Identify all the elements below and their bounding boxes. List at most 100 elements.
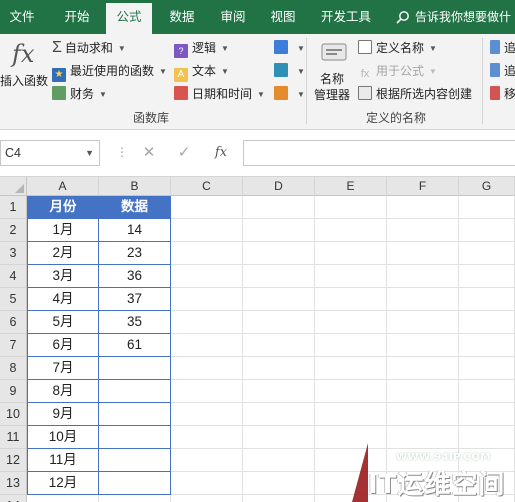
cell-d4[interactable] bbox=[243, 265, 315, 288]
cell-g10[interactable] bbox=[459, 403, 515, 426]
cell-f9[interactable] bbox=[387, 380, 459, 403]
lookup-button[interactable]: ▼ bbox=[274, 38, 305, 58]
cell-a4[interactable]: 3月 bbox=[27, 265, 99, 288]
trace-precedents-button[interactable]: 追 bbox=[490, 38, 515, 58]
tab-formulas[interactable]: 公式 bbox=[106, 3, 152, 34]
tab-review[interactable]: 审阅 bbox=[212, 0, 254, 34]
column-header-b[interactable]: B bbox=[99, 177, 171, 196]
cell-d6[interactable] bbox=[243, 311, 315, 334]
cell-c12[interactable] bbox=[171, 449, 243, 472]
cell-b2[interactable]: 14 bbox=[99, 219, 171, 242]
cell-d11[interactable] bbox=[243, 426, 315, 449]
cell-c2[interactable] bbox=[171, 219, 243, 242]
cell-b11[interactable] bbox=[99, 426, 171, 449]
column-header-f[interactable]: F bbox=[387, 177, 459, 196]
cell-a6[interactable]: 5月 bbox=[27, 311, 99, 334]
cell-e1[interactable] bbox=[315, 196, 387, 219]
column-header-e[interactable]: E bbox=[315, 177, 387, 196]
autosum-button[interactable]: Σ 自动求和 ▼ bbox=[52, 38, 126, 58]
table-header-cell[interactable]: 月份 bbox=[27, 196, 99, 219]
insert-function-button[interactable]: fx 插入函数 bbox=[0, 38, 48, 94]
insert-function-icon[interactable]: fx bbox=[207, 139, 235, 167]
cell-d14[interactable] bbox=[243, 495, 315, 502]
select-all-button[interactable] bbox=[0, 177, 27, 196]
cell-d13[interactable] bbox=[243, 472, 315, 495]
cell-f3[interactable] bbox=[387, 242, 459, 265]
cell-e9[interactable] bbox=[315, 380, 387, 403]
cell-b10[interactable] bbox=[99, 403, 171, 426]
cell-b13[interactable] bbox=[99, 472, 171, 495]
cell-c6[interactable] bbox=[171, 311, 243, 334]
cell-e4[interactable] bbox=[315, 265, 387, 288]
cell-a13[interactable]: 12月 bbox=[27, 472, 99, 495]
cell-c10[interactable] bbox=[171, 403, 243, 426]
cell-e7[interactable] bbox=[315, 334, 387, 357]
row-header-10[interactable]: 10 bbox=[0, 403, 27, 426]
cell-d1[interactable] bbox=[243, 196, 315, 219]
row-header-5[interactable]: 5 bbox=[0, 288, 27, 311]
formula-bar-grip[interactable]: ⋮ bbox=[116, 145, 128, 159]
cell-c13[interactable] bbox=[171, 472, 243, 495]
cell-e8[interactable] bbox=[315, 357, 387, 380]
cell-b14[interactable] bbox=[99, 495, 171, 502]
cell-f8[interactable] bbox=[387, 357, 459, 380]
text-button[interactable]: A 文本 ▼ bbox=[174, 61, 229, 82]
row-header-13[interactable]: 13 bbox=[0, 472, 27, 495]
cell-c11[interactable] bbox=[171, 426, 243, 449]
row-header-3[interactable]: 3 bbox=[0, 242, 27, 265]
row-header-14[interactable]: 14 bbox=[0, 495, 27, 502]
chevron-down-icon[interactable]: ▼ bbox=[85, 141, 94, 165]
enter-icon[interactable]: ✓ bbox=[170, 139, 198, 167]
cell-c4[interactable] bbox=[171, 265, 243, 288]
create-from-selection-button[interactable]: 根据所选内容创建 bbox=[358, 84, 472, 104]
cell-e5[interactable] bbox=[315, 288, 387, 311]
cell-e3[interactable] bbox=[315, 242, 387, 265]
cell-f7[interactable] bbox=[387, 334, 459, 357]
cell-g3[interactable] bbox=[459, 242, 515, 265]
cell-d5[interactable] bbox=[243, 288, 315, 311]
name-box[interactable]: C4 ▼ bbox=[0, 140, 100, 166]
cell-d12[interactable] bbox=[243, 449, 315, 472]
cell-g11[interactable] bbox=[459, 426, 515, 449]
cell-c7[interactable] bbox=[171, 334, 243, 357]
cell-a8[interactable]: 7月 bbox=[27, 357, 99, 380]
remove-arrows-button[interactable]: 移 bbox=[490, 84, 515, 104]
cell-a3[interactable]: 2月 bbox=[27, 242, 99, 265]
cell-e11[interactable] bbox=[315, 426, 387, 449]
cell-c9[interactable] bbox=[171, 380, 243, 403]
cell-b9[interactable] bbox=[99, 380, 171, 403]
row-header-7[interactable]: 7 bbox=[0, 334, 27, 357]
financial-button[interactable]: 财务 ▼ bbox=[52, 84, 107, 104]
cell-b4[interactable]: 36 bbox=[99, 265, 171, 288]
row-header-9[interactable]: 9 bbox=[0, 380, 27, 403]
cell-g8[interactable] bbox=[459, 357, 515, 380]
use-in-formula-button[interactable]: fx 用于公式 ▼ bbox=[358, 61, 437, 81]
cell-g5[interactable] bbox=[459, 288, 515, 311]
column-header-c[interactable]: C bbox=[171, 177, 243, 196]
row-header-2[interactable]: 2 bbox=[0, 219, 27, 242]
cell-a5[interactable]: 4月 bbox=[27, 288, 99, 311]
cell-d7[interactable] bbox=[243, 334, 315, 357]
tell-me-search[interactable]: 告诉我你想要做什 bbox=[396, 0, 511, 34]
cell-b12[interactable] bbox=[99, 449, 171, 472]
tab-developer[interactable]: 开发工具 bbox=[312, 0, 380, 34]
trace-dependents-button[interactable]: 追 bbox=[490, 61, 515, 81]
cell-f10[interactable] bbox=[387, 403, 459, 426]
cell-d3[interactable] bbox=[243, 242, 315, 265]
cell-b3[interactable]: 23 bbox=[99, 242, 171, 265]
formula-input[interactable] bbox=[243, 140, 515, 166]
cell-e2[interactable] bbox=[315, 219, 387, 242]
cell-g7[interactable] bbox=[459, 334, 515, 357]
cell-a2[interactable]: 1月 bbox=[27, 219, 99, 242]
name-manager-button[interactable]: 名称 管理器 bbox=[312, 40, 356, 104]
more-functions-button[interactable]: ▼ bbox=[274, 84, 305, 104]
cell-g6[interactable] bbox=[459, 311, 515, 334]
cell-f1[interactable] bbox=[387, 196, 459, 219]
cell-b7[interactable]: 61 bbox=[99, 334, 171, 357]
tab-home[interactable]: 开始 bbox=[54, 0, 100, 34]
cell-g4[interactable] bbox=[459, 265, 515, 288]
cell-b8[interactable] bbox=[99, 357, 171, 380]
row-header-4[interactable]: 4 bbox=[0, 265, 27, 288]
cell-c14[interactable] bbox=[171, 495, 243, 502]
cell-a11[interactable]: 10月 bbox=[27, 426, 99, 449]
